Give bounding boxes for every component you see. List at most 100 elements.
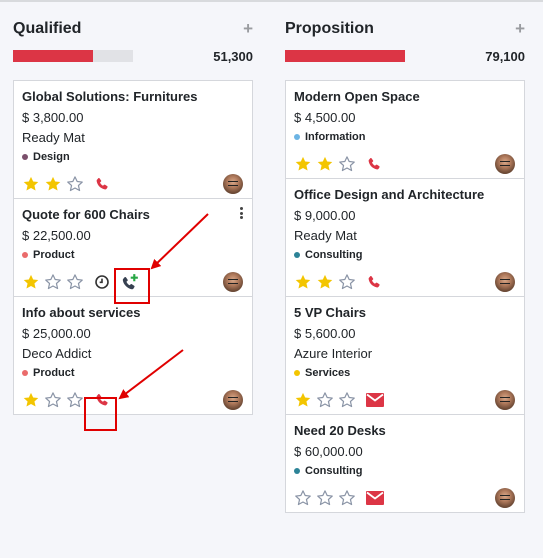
star-empty-icon[interactable] bbox=[316, 488, 338, 508]
phone-icon[interactable] bbox=[366, 274, 382, 290]
card-amount: $ 60,000.00 bbox=[294, 444, 363, 459]
column-progress-row: 51,300 bbox=[13, 46, 253, 66]
card-tag: Consulting bbox=[294, 464, 515, 478]
tag-color-dot bbox=[22, 252, 28, 258]
star-filled-icon[interactable] bbox=[44, 174, 66, 194]
opportunity-card[interactable]: 5 VP Chairs $ 5,600.00 Azure Interior Servi… bbox=[286, 297, 524, 415]
phone-icon[interactable] bbox=[94, 392, 110, 408]
card-title: Info about services bbox=[22, 305, 141, 320]
tag-color-dot bbox=[294, 134, 300, 140]
tag-label: Information bbox=[305, 131, 366, 143]
avatar[interactable] bbox=[223, 272, 243, 292]
opportunity-card[interactable]: Global Solutions: Furnitures $ 3,800.00 Re… bbox=[14, 81, 252, 199]
card-amount: $ 4,500.00 bbox=[294, 110, 356, 125]
tag-color-dot bbox=[22, 370, 28, 376]
star-filled-icon[interactable] bbox=[294, 154, 316, 174]
avatar[interactable] bbox=[223, 390, 243, 410]
column-title: Qualified bbox=[13, 20, 82, 37]
envelope-icon[interactable] bbox=[366, 393, 384, 407]
card-amount: $ 3,800.00 bbox=[22, 110, 84, 125]
card-footer bbox=[294, 386, 515, 414]
card-tag: Consulting bbox=[294, 248, 515, 262]
card-customer: Azure Interior bbox=[294, 346, 373, 361]
card-title: Global Solutions: Furnitures bbox=[22, 89, 198, 104]
tag-color-dot bbox=[294, 252, 300, 258]
kanban-column-proposition: Proposition +79,100 Modern Open Space $ 4,5… bbox=[285, 2, 525, 513]
opportunity-card[interactable]: Office Design and Architecture $ 9,000.00… bbox=[286, 179, 524, 297]
opportunity-card[interactable]: Quote for 600 Chairs $ 22,500.00 Product bbox=[14, 199, 252, 297]
card-title: Modern Open Space bbox=[294, 89, 420, 104]
card-tag: Services bbox=[294, 366, 515, 380]
column-progress-bar[interactable] bbox=[285, 50, 405, 62]
star-filled-icon[interactable] bbox=[294, 272, 316, 292]
card-tag: Information bbox=[294, 130, 515, 144]
column-title: Proposition bbox=[285, 20, 374, 37]
card-amount: $ 22,500.00 bbox=[22, 228, 91, 243]
star-empty-icon[interactable] bbox=[338, 272, 360, 292]
progress-fill bbox=[13, 50, 94, 62]
star-empty-icon[interactable] bbox=[44, 272, 66, 292]
avatar[interactable] bbox=[223, 174, 243, 194]
star-empty-icon[interactable] bbox=[66, 174, 88, 194]
star-empty-icon[interactable] bbox=[338, 488, 360, 508]
clock-icon[interactable] bbox=[94, 274, 110, 290]
column-total: 51,300 bbox=[213, 49, 253, 64]
avatar[interactable] bbox=[495, 488, 515, 508]
kebab-menu-icon[interactable] bbox=[240, 207, 244, 219]
avatar[interactable] bbox=[495, 390, 515, 410]
card-amount: $ 25,000.00 bbox=[22, 326, 91, 341]
plus-icon[interactable]: + bbox=[243, 19, 253, 39]
star-empty-icon[interactable] bbox=[44, 390, 66, 410]
column-progress-row: 79,100 bbox=[285, 46, 525, 66]
card-footer bbox=[294, 150, 515, 178]
progress-fill bbox=[285, 50, 405, 62]
card-amount: $ 5,600.00 bbox=[294, 326, 356, 341]
star-filled-icon[interactable] bbox=[316, 272, 338, 292]
card-title: 5 VP Chairs bbox=[294, 305, 367, 320]
card-list: Modern Open Space $ 4,500.00 Information Of… bbox=[285, 80, 525, 513]
column-header: Proposition + bbox=[285, 2, 525, 46]
star-empty-icon[interactable] bbox=[66, 390, 88, 410]
phone-plus-icon[interactable] bbox=[120, 273, 140, 291]
card-amount: $ 9,000.00 bbox=[294, 208, 356, 223]
star-filled-icon[interactable] bbox=[22, 174, 44, 194]
card-customer: Deco Addict bbox=[22, 346, 92, 361]
star-filled-icon[interactable] bbox=[294, 390, 316, 410]
card-footer bbox=[22, 386, 243, 414]
tag-label: Consulting bbox=[305, 465, 363, 477]
star-filled-icon[interactable] bbox=[22, 272, 44, 292]
plus-icon[interactable]: + bbox=[515, 19, 525, 39]
card-footer bbox=[22, 268, 243, 296]
card-list: Global Solutions: Furnitures $ 3,800.00 Re… bbox=[13, 80, 253, 415]
avatar[interactable] bbox=[495, 154, 515, 174]
tag-label: Consulting bbox=[305, 249, 363, 261]
column-header: Qualified + bbox=[13, 2, 253, 46]
tag-color-dot bbox=[294, 370, 300, 376]
tag-color-dot bbox=[294, 468, 300, 474]
card-footer bbox=[22, 170, 243, 198]
phone-icon[interactable] bbox=[94, 176, 110, 192]
tag-label: Product bbox=[33, 249, 75, 261]
card-title: Office Design and Architecture bbox=[294, 187, 485, 202]
star-empty-icon[interactable] bbox=[66, 272, 88, 292]
opportunity-card[interactable]: Modern Open Space $ 4,500.00 Information bbox=[286, 81, 524, 179]
card-tag: Product bbox=[22, 248, 243, 262]
card-title: Quote for 600 Chairs bbox=[22, 207, 150, 222]
opportunity-card[interactable]: Info about services $ 25,000.00 Deco Addic… bbox=[14, 297, 252, 414]
star-empty-icon[interactable] bbox=[316, 390, 338, 410]
column-progress-bar[interactable] bbox=[13, 50, 133, 62]
envelope-icon[interactable] bbox=[366, 491, 384, 505]
tag-color-dot bbox=[22, 154, 28, 160]
card-tag: Design bbox=[22, 150, 243, 164]
star-empty-icon[interactable] bbox=[338, 390, 360, 410]
star-filled-icon[interactable] bbox=[22, 390, 44, 410]
star-empty-icon[interactable] bbox=[338, 154, 360, 174]
card-customer: Ready Mat bbox=[294, 228, 357, 243]
phone-icon[interactable] bbox=[366, 156, 382, 172]
avatar[interactable] bbox=[495, 272, 515, 292]
opportunity-card[interactable]: Need 20 Desks $ 60,000.00 Consulting bbox=[286, 415, 524, 512]
card-customer: Ready Mat bbox=[22, 130, 85, 145]
tag-label: Product bbox=[33, 367, 75, 379]
star-filled-icon[interactable] bbox=[316, 154, 338, 174]
star-empty-icon[interactable] bbox=[294, 488, 316, 508]
